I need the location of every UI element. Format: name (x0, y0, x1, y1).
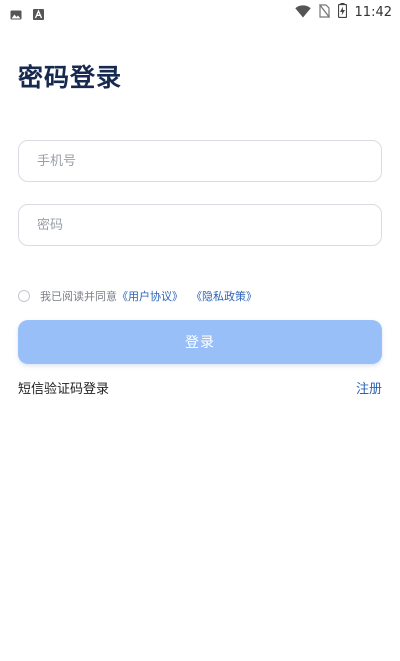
user-agreement-link[interactable]: 《用户协议》 (117, 288, 183, 304)
agreement-row: 我已阅读并同意 《用户协议》 《隐私政策》 (18, 288, 257, 304)
privacy-policy-link[interactable]: 《隐私政策》 (191, 288, 257, 304)
sms-login-link[interactable]: 短信验证码登录 (18, 378, 109, 397)
no-sim-icon (318, 3, 330, 22)
battery-charging-icon (337, 3, 347, 22)
status-bar-left (10, 5, 44, 24)
phone-field (18, 140, 382, 182)
wifi-icon (294, 3, 311, 22)
status-bar: 11:42 (0, 0, 400, 24)
status-bar-right: 11:42 (294, 3, 392, 22)
image-icon (10, 5, 22, 24)
password-input[interactable] (19, 205, 381, 245)
text-a-icon (33, 5, 44, 24)
password-field (18, 204, 382, 246)
agreement-checkbox[interactable] (18, 290, 30, 302)
page-title: 密码登录 (18, 63, 123, 92)
login-screen: 11:42 密码登录 我已阅读并同意 《用户协议》 《隐私政策》 登录 短信验证… (0, 0, 400, 661)
agreement-prefix: 我已阅读并同意 (40, 290, 117, 303)
login-button[interactable]: 登录 (18, 320, 382, 364)
phone-input[interactable] (19, 141, 381, 181)
status-time: 11:42 (354, 4, 392, 20)
register-link[interactable]: 注册 (356, 378, 382, 397)
